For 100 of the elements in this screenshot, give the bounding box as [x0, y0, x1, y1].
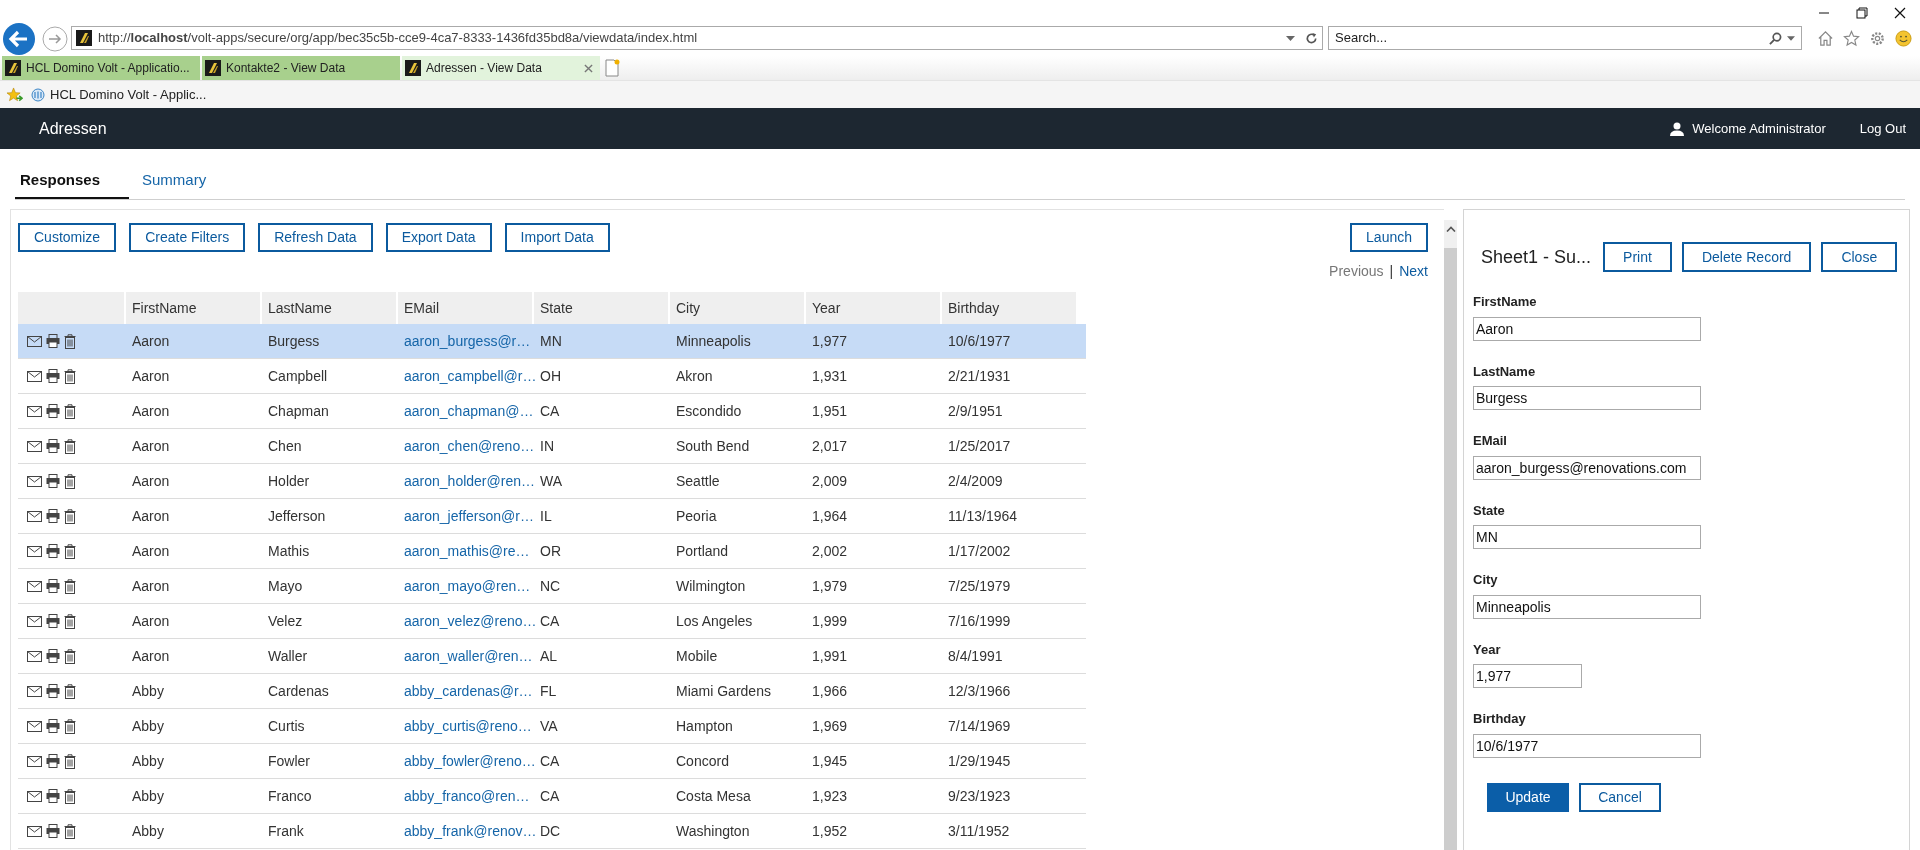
- mail-icon[interactable]: [27, 825, 42, 837]
- email-link[interactable]: abby_franco@ren…: [398, 785, 532, 807]
- printer-icon[interactable]: [46, 614, 60, 628]
- mail-icon[interactable]: [27, 615, 42, 627]
- scrollbar[interactable]: [1444, 220, 1457, 850]
- text-field[interactable]: aaron_burgess@renovations.com: [1473, 455, 1701, 480]
- text-field[interactable]: Minneapolis: [1473, 594, 1701, 619]
- text-field[interactable]: 10/6/1977: [1473, 733, 1701, 758]
- email-link[interactable]: aaron_chen@reno…: [398, 435, 532, 457]
- favorite-link[interactable]: HCL Domino Volt - Applic...: [31, 84, 207, 105]
- trash-icon[interactable]: [64, 403, 76, 419]
- trash-icon[interactable]: [64, 333, 76, 349]
- table-row[interactable]: Aaron Burgess aaron_burgess@r… MN Minneapolis 1,977 10/6/1977: [18, 324, 1086, 359]
- toolbar-button[interactable]: Import Data: [504, 223, 610, 252]
- scroll-up-icon[interactable]: [1445, 226, 1456, 232]
- printer-icon[interactable]: [46, 369, 60, 383]
- trash-icon[interactable]: [64, 508, 76, 524]
- toolbar-button[interactable]: Create Filters: [129, 223, 246, 252]
- trash-icon[interactable]: [64, 473, 76, 489]
- toolbar-button[interactable]: Refresh Data: [258, 223, 373, 252]
- browser-tab[interactable]: Kontakte2 - View Data: [202, 56, 400, 80]
- mail-icon[interactable]: [27, 510, 42, 522]
- mail-icon[interactable]: [27, 370, 42, 382]
- panel-button[interactable]: Print: [1603, 242, 1672, 272]
- printer-icon[interactable]: [46, 404, 60, 418]
- search-icon[interactable]: [1769, 31, 1782, 45]
- trash-icon[interactable]: [64, 578, 76, 594]
- text-field[interactable]: Burgess: [1473, 386, 1701, 410]
- browser-tab[interactable]: HCL Domino Volt - Applicatio...: [2, 56, 200, 80]
- trash-icon[interactable]: [64, 753, 76, 769]
- email-link[interactable]: abby_cardenas@r…: [398, 680, 532, 702]
- mail-icon[interactable]: [27, 335, 42, 347]
- restore-icon[interactable]: [1856, 7, 1868, 19]
- home-icon[interactable]: [1817, 29, 1834, 47]
- printer-icon[interactable]: [46, 754, 60, 768]
- email-link[interactable]: abby_fowler@reno…: [398, 750, 532, 772]
- email-link[interactable]: aaron_jefferson@r…: [398, 505, 532, 527]
- mail-icon[interactable]: [27, 650, 42, 662]
- trash-icon[interactable]: [64, 543, 76, 559]
- mail-icon[interactable]: [27, 685, 42, 697]
- mail-icon[interactable]: [27, 580, 42, 592]
- toolbar-button[interactable]: Customize: [18, 223, 117, 252]
- printer-icon[interactable]: [46, 544, 60, 558]
- email-link[interactable]: aaron_mayo@ren…: [398, 575, 532, 597]
- email-link[interactable]: aaron_waller@ren…: [398, 645, 532, 667]
- logout-link[interactable]: Log Out: [1859, 118, 1906, 139]
- panel-button[interactable]: Close: [1821, 242, 1898, 272]
- trash-icon[interactable]: [64, 718, 76, 734]
- printer-icon[interactable]: [46, 824, 60, 838]
- star-icon[interactable]: [1843, 29, 1860, 47]
- refresh-icon[interactable]: [1305, 31, 1318, 45]
- trash-icon[interactable]: [64, 613, 76, 629]
- toolbar-button[interactable]: Export Data: [385, 223, 492, 252]
- trash-icon[interactable]: [64, 438, 76, 454]
- text-field[interactable]: MN: [1473, 525, 1701, 549]
- printer-icon[interactable]: [46, 334, 60, 348]
- close-icon[interactable]: [1894, 7, 1906, 19]
- trash-icon[interactable]: [64, 648, 76, 664]
- browser-tab[interactable]: Adressen - View Data: [402, 56, 600, 80]
- text-field[interactable]: 1,977: [1473, 664, 1582, 688]
- update-button[interactable]: Update: [1487, 782, 1569, 812]
- printer-icon[interactable]: [46, 684, 60, 698]
- mail-icon[interactable]: [27, 440, 42, 452]
- printer-icon[interactable]: [46, 439, 60, 453]
- trash-icon[interactable]: [64, 788, 76, 804]
- email-link[interactable]: aaron_mathis@re…: [398, 540, 532, 562]
- dropdown-caret-icon[interactable]: [1286, 35, 1295, 41]
- address-bar[interactable]: http://localhost/volt-apps/secure/org/app/bec35c5b-cce9-4ca7-8333-1436fd35bd8a/viewdata/index.html: [71, 26, 1323, 50]
- email-link[interactable]: aaron_holder@ren…: [398, 470, 532, 492]
- mail-icon[interactable]: [27, 475, 42, 487]
- next-link[interactable]: Next: [1399, 261, 1428, 282]
- trash-icon[interactable]: [64, 683, 76, 699]
- trash-icon[interactable]: [64, 368, 76, 384]
- printer-icon[interactable]: [46, 579, 60, 593]
- email-link[interactable]: aaron_burgess@r…: [398, 330, 532, 352]
- printer-icon[interactable]: [46, 474, 60, 488]
- trash-icon[interactable]: [64, 823, 76, 839]
- search-field[interactable]: Search...: [1335, 28, 1769, 48]
- settings-icon[interactable]: [1869, 29, 1886, 47]
- back-icon[interactable]: [2, 22, 36, 56]
- text-field[interactable]: Aaron: [1473, 316, 1701, 341]
- view-tab[interactable]: Responses: [15, 163, 129, 199]
- printer-icon[interactable]: [46, 509, 60, 523]
- dropdown-caret-icon[interactable]: [1787, 35, 1795, 41]
- printer-icon[interactable]: [46, 649, 60, 663]
- mail-icon[interactable]: [27, 545, 42, 557]
- printer-icon[interactable]: [46, 789, 60, 803]
- mail-icon[interactable]: [27, 405, 42, 417]
- mail-icon[interactable]: [27, 790, 42, 802]
- panel-button[interactable]: Delete Record: [1681, 242, 1812, 272]
- launch-button[interactable]: Launch: [1350, 223, 1428, 252]
- mail-icon[interactable]: [27, 720, 42, 732]
- cancel-button[interactable]: Cancel: [1579, 782, 1661, 812]
- email-link[interactable]: abby_curtis@reno…: [398, 715, 532, 737]
- view-tab[interactable]: Summary: [137, 163, 212, 199]
- mail-icon[interactable]: [27, 755, 42, 767]
- email-link[interactable]: aaron_chapman@…: [398, 400, 532, 422]
- search-box[interactable]: Search...: [1328, 26, 1802, 50]
- printer-icon[interactable]: [46, 719, 60, 733]
- smiley-icon[interactable]: [1895, 29, 1912, 47]
